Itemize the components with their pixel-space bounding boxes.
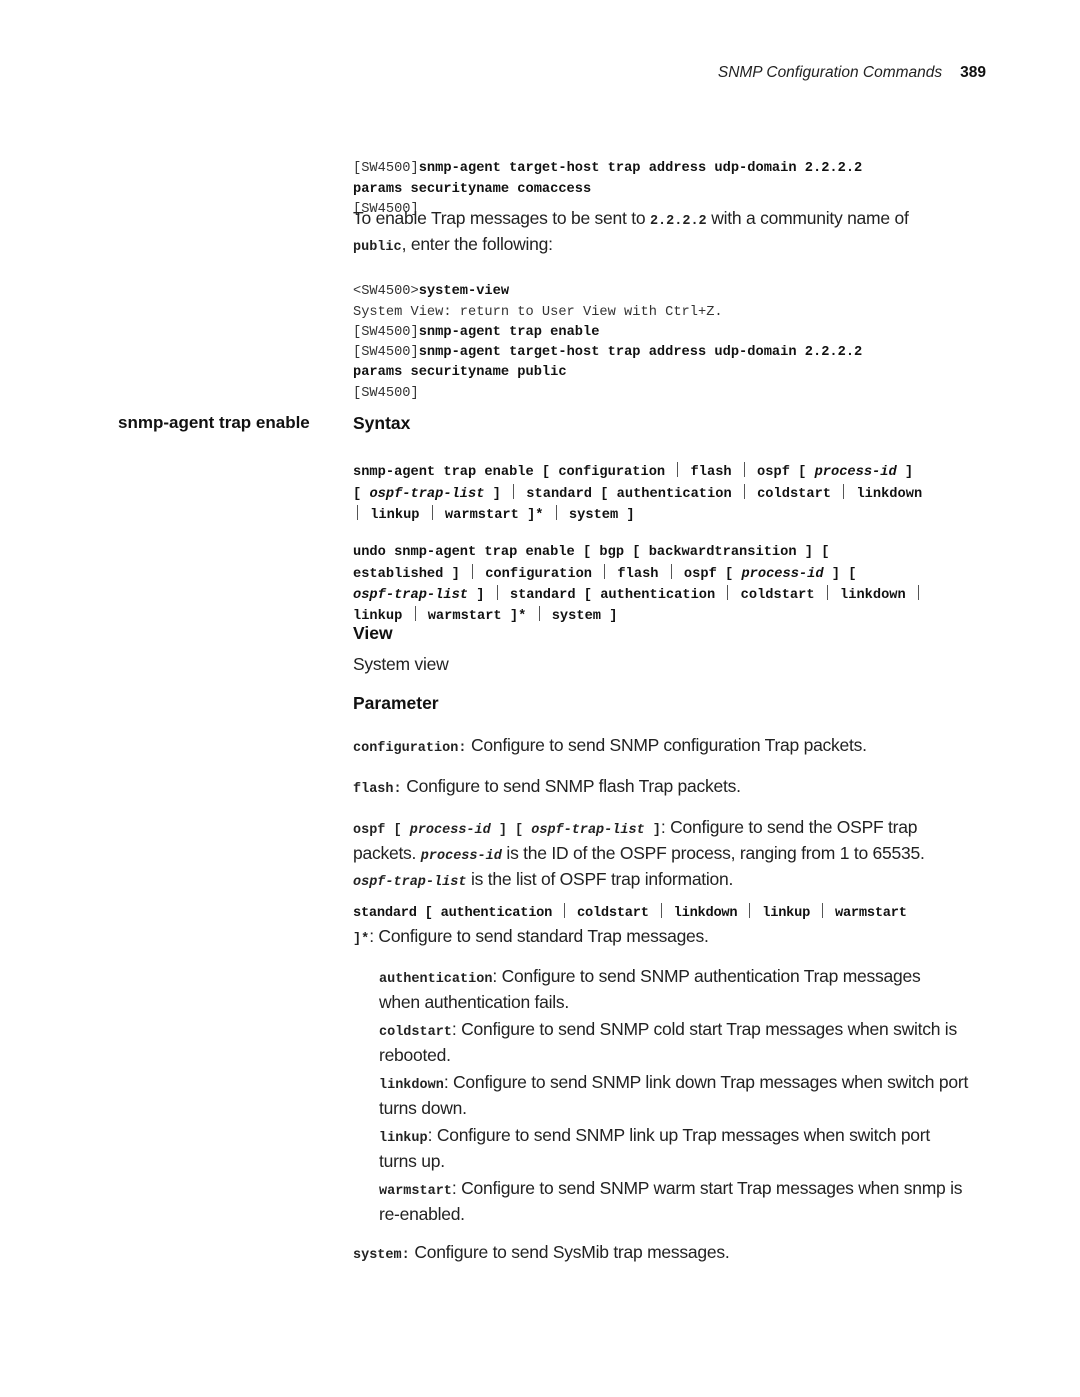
intro-paragraph: To enable Trap messages to be sent to 2.… <box>353 208 909 255</box>
param-key: authentication <box>379 972 493 987</box>
param-sub-linkdown: linkdown: Configure to send SNMP link do… <box>379 1072 969 1118</box>
syntax-line: undo snmp-agent trap enable [ bgp [ back… <box>353 545 830 561</box>
separator-bar <box>604 563 606 579</box>
code-line: params securityname comaccess <box>353 181 592 197</box>
page-number: 389 <box>960 64 986 81</box>
separator-bar <box>538 606 540 622</box>
param-standard: standard [ authentication coldstart link… <box>353 903 1003 951</box>
param-flash: flash: Configure to send SNMP flash Trap… <box>353 776 741 797</box>
separator-bar <box>677 462 679 478</box>
code-line: System View: return to User View with Ct… <box>353 304 723 320</box>
code-example-2: <SW4500>system-view System View: return t… <box>353 262 1003 445</box>
command-title: snmp-agent trap enable <box>118 413 310 432</box>
separator-bar <box>564 903 566 918</box>
param-sub-warmstart: warmstart: Configure to send SNMP warm s… <box>379 1178 963 1224</box>
param-ospf: ospf [ process-id ] [ ospf-trap-list ]: … <box>353 817 925 890</box>
param-key: system: <box>353 1248 410 1263</box>
code-line: params securityname public <box>353 365 567 381</box>
param-key: linkdown <box>379 1078 444 1093</box>
code-line: <SW4500>system-view <box>353 284 510 300</box>
separator-bar <box>727 584 729 600</box>
separator-bar <box>749 903 751 918</box>
separator-bar <box>826 584 828 600</box>
param-key: configuration: <box>353 741 467 756</box>
inline-code: public <box>353 240 402 255</box>
param-key: coldstart <box>379 1025 452 1040</box>
param-key: linkup <box>379 1131 428 1146</box>
separator-bar <box>496 584 498 600</box>
separator-bar <box>414 606 416 622</box>
param-system: system: Configure to send SysMib trap me… <box>353 1242 730 1263</box>
separator-bar <box>917 584 919 600</box>
param-key: flash: <box>353 782 402 797</box>
inline-code: 2.2.2.2 <box>649 214 707 229</box>
separator-bar <box>743 462 745 478</box>
code-line: [SW4500]snmp-agent target-host trap addr… <box>353 161 863 177</box>
view-text: System view <box>353 654 449 674</box>
separator-bar <box>743 483 745 499</box>
separator-bar <box>513 483 515 499</box>
parameter-heading: Parameter <box>353 693 439 713</box>
separator-bar <box>357 504 358 520</box>
syntax-line: snmp-agent trap enable [ configuration f… <box>353 462 1003 483</box>
separator-bar <box>472 563 473 579</box>
param-configuration: configuration: Configure to send SNMP co… <box>353 735 867 756</box>
code-line: [SW4500] <box>353 385 419 401</box>
syntax-line: linkup warmstart ]* system ] <box>353 606 1003 627</box>
syntax-undo: undo snmp-agent trap enable [ bgp [ back… <box>353 523 1003 668</box>
separator-bar <box>660 903 662 918</box>
running-title: SNMP Configuration Commands <box>717 64 943 81</box>
code-line: [SW4500]snmp-agent target-host trap addr… <box>353 345 863 361</box>
syntax-line: [ ospf-trap-list ] standard [ authentica… <box>353 483 1003 505</box>
param-sub-linkup: linkup: Configure to send SNMP link up T… <box>379 1125 930 1171</box>
separator-bar <box>431 504 433 520</box>
separator-bar <box>670 563 672 579</box>
running-header: SNMP Configuration Commands 389 <box>540 64 986 82</box>
param-sub-coldstart: coldstart: Configure to send SNMP cold s… <box>379 1019 957 1065</box>
view-heading: View <box>353 623 393 643</box>
param-key: warmstart <box>379 1184 452 1199</box>
syntax-line: ospf-trap-list ] standard [ authenticati… <box>353 584 1003 606</box>
syntax-line: established ] configuration flash ospf [… <box>353 563 1003 585</box>
code-line: [SW4500]snmp-agent trap enable <box>353 324 600 340</box>
separator-bar <box>843 483 845 499</box>
separator-bar <box>555 504 557 520</box>
separator-bar <box>822 903 824 918</box>
param-sub-authentication: authentication: Configure to send SNMP a… <box>379 966 921 1012</box>
syntax-heading: Syntax <box>353 413 411 433</box>
param-key: ospf [ process-id ] [ ospf-trap-list ] <box>353 823 661 838</box>
